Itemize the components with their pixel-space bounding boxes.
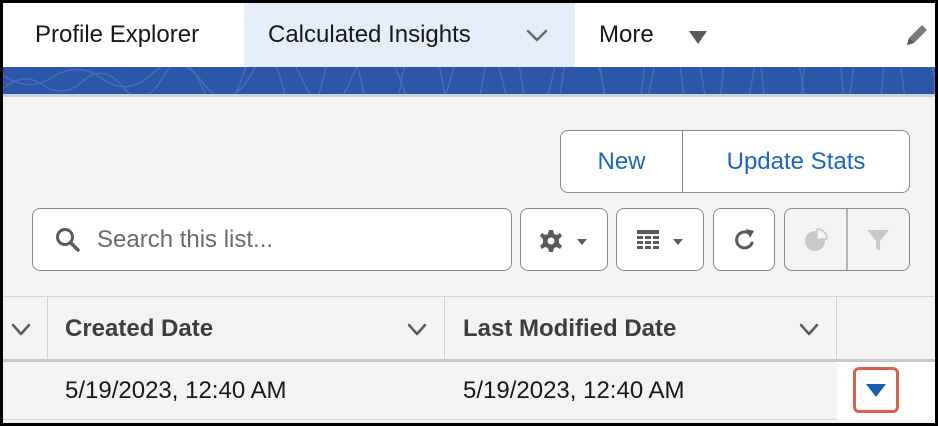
created-date-cell: 5/19/2023, 12:40 AM xyxy=(65,377,287,404)
pie-chart-icon[interactable] xyxy=(802,226,830,254)
table-header: Created Date Last Modified Date xyxy=(3,296,935,362)
search-input[interactable] xyxy=(97,221,497,259)
chevron-down-icon[interactable] xyxy=(406,320,428,340)
triangle-down-icon xyxy=(688,25,708,53)
column-label: Last Modified Date xyxy=(463,314,677,342)
list-actions-group: New Update Stats xyxy=(560,130,910,193)
tab-label: Profile Explorer xyxy=(35,21,200,48)
column-label: Created Date xyxy=(65,314,214,342)
refresh-button[interactable] xyxy=(713,208,775,271)
tab-label: Calculated Insights xyxy=(268,21,471,48)
tab-more[interactable]: More xyxy=(575,3,725,67)
new-button[interactable]: New xyxy=(561,131,683,192)
page-banner xyxy=(3,67,935,97)
display-as-table-button[interactable] xyxy=(616,208,704,271)
divider xyxy=(846,209,848,270)
tab-profile-explorer[interactable]: Profile Explorer xyxy=(3,3,244,67)
nav-bar: Profile Explorer Calculated Insights Mor… xyxy=(3,3,935,67)
last-modified-date-cell: 5/19/2023, 12:40 AM xyxy=(463,377,685,404)
column-header-last-modified-date[interactable]: Last Modified Date xyxy=(445,297,837,360)
filter-icon[interactable] xyxy=(865,228,891,254)
column-header-created-date[interactable]: Created Date xyxy=(48,297,445,360)
chevron-down-icon[interactable] xyxy=(10,320,32,340)
triangle-down-icon xyxy=(866,384,886,397)
tab-calculated-insights[interactable]: Calculated Insights xyxy=(244,3,575,67)
chart-filter-group xyxy=(784,208,910,271)
row-actions-button[interactable] xyxy=(853,367,899,413)
table-icon xyxy=(637,230,683,249)
search-icon xyxy=(55,227,81,258)
chevron-down-icon[interactable] xyxy=(525,23,549,54)
search-box[interactable] xyxy=(32,208,512,271)
chevron-down-icon[interactable] xyxy=(798,320,820,340)
app-frame: Profile Explorer Calculated Insights Mor… xyxy=(3,3,935,423)
list-settings-button[interactable] xyxy=(520,208,608,271)
tab-label: More xyxy=(599,21,654,48)
refresh-icon xyxy=(735,229,754,250)
column-header[interactable] xyxy=(3,297,48,360)
gear-icon xyxy=(540,230,587,252)
table-row: 5/19/2023, 12:40 AM 5/19/2023, 12:40 AM xyxy=(3,362,935,420)
update-stats-button[interactable]: Update Stats xyxy=(683,131,909,192)
row-action-cell xyxy=(837,362,935,420)
pencil-icon[interactable] xyxy=(903,21,931,54)
